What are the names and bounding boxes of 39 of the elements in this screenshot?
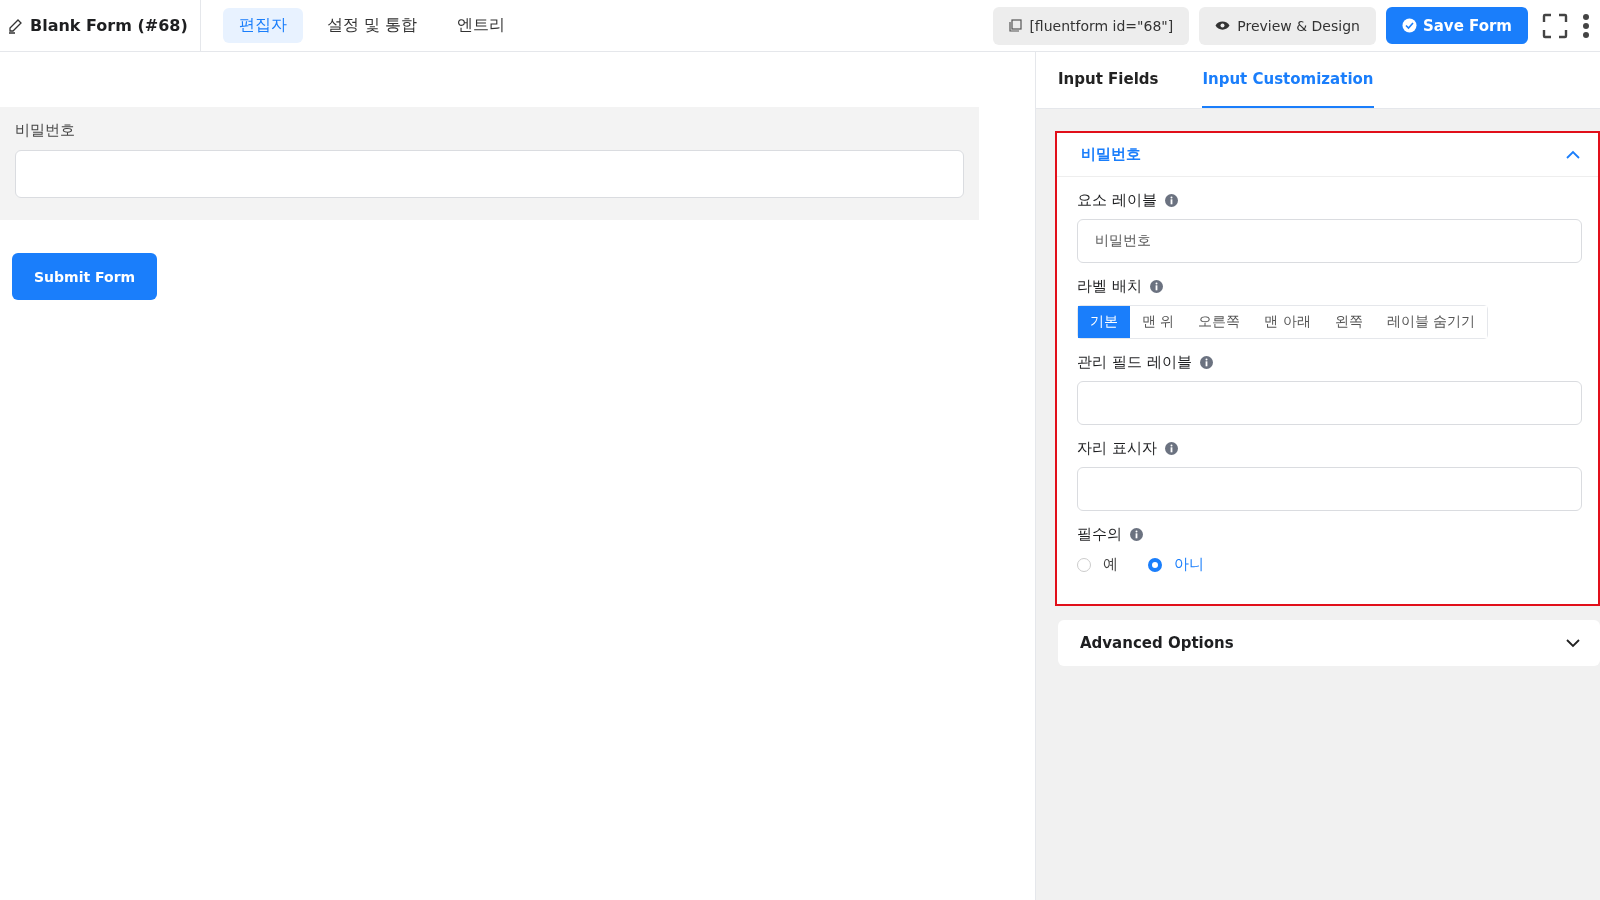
radio-label[interactable]: 아니 (1174, 555, 1204, 574)
submit-button[interactable]: Submit Form (12, 253, 158, 300)
check-circle-icon (1401, 18, 1417, 33)
radio-label[interactable]: 예 (1103, 555, 1118, 574)
text-field[interactable]: 비밀번호 (1077, 219, 1582, 263)
setting-label: 자리 표시자 (1077, 439, 1157, 458)
placement-option[interactable]: 기본 (1078, 306, 1130, 338)
chevron-icon[interactable] (1566, 638, 1580, 648)
form-field-block[interactable]: 비밀번호 (0, 107, 979, 220)
info-icon[interactable] (1164, 194, 1178, 207)
preview-button[interactable]: Preview & Design (1199, 6, 1376, 45)
sidebar-tab[interactable]: Input Customization (1202, 52, 1374, 108)
nav-tab[interactable]: 엔트리 (440, 8, 521, 43)
setting-label: 관리 필드 레이블 (1077, 353, 1192, 372)
radio-button[interactable] (1077, 557, 1091, 572)
setting-label: 요소 레이블 (1077, 191, 1157, 210)
text-field[interactable] (1077, 381, 1582, 425)
radio-button[interactable] (1148, 557, 1162, 572)
eye-icon (1215, 20, 1231, 31)
shortcode-button[interactable]: [fluentform id="68"] (993, 6, 1190, 45)
setting-label: 필수의 (1077, 525, 1122, 544)
field-label: 비밀번호 (15, 121, 76, 140)
info-icon[interactable] (1164, 442, 1178, 455)
form-title: Blank Form (#68) (30, 16, 188, 35)
password-field[interactable] (15, 150, 964, 198)
info-icon[interactable] (1149, 280, 1163, 293)
section-title[interactable]: Advanced Options (1080, 634, 1234, 652)
text-field[interactable] (1077, 467, 1582, 511)
sidebar-tab[interactable]: Input Fields (1058, 52, 1159, 108)
pencil-icon (8, 17, 24, 34)
fullscreen-icon[interactable] (1542, 12, 1568, 39)
nav-tab[interactable]: 설정 및 통합 (310, 8, 433, 43)
copy-icon (1009, 19, 1023, 32)
save-button[interactable]: Save Form (1385, 7, 1528, 44)
more-icon[interactable] (1582, 13, 1590, 38)
setting-label: 라벨 배치 (1077, 277, 1142, 296)
info-icon[interactable] (1199, 356, 1213, 369)
section-title[interactable]: 비밀번호 (1081, 145, 1141, 164)
info-icon[interactable] (1130, 528, 1143, 541)
